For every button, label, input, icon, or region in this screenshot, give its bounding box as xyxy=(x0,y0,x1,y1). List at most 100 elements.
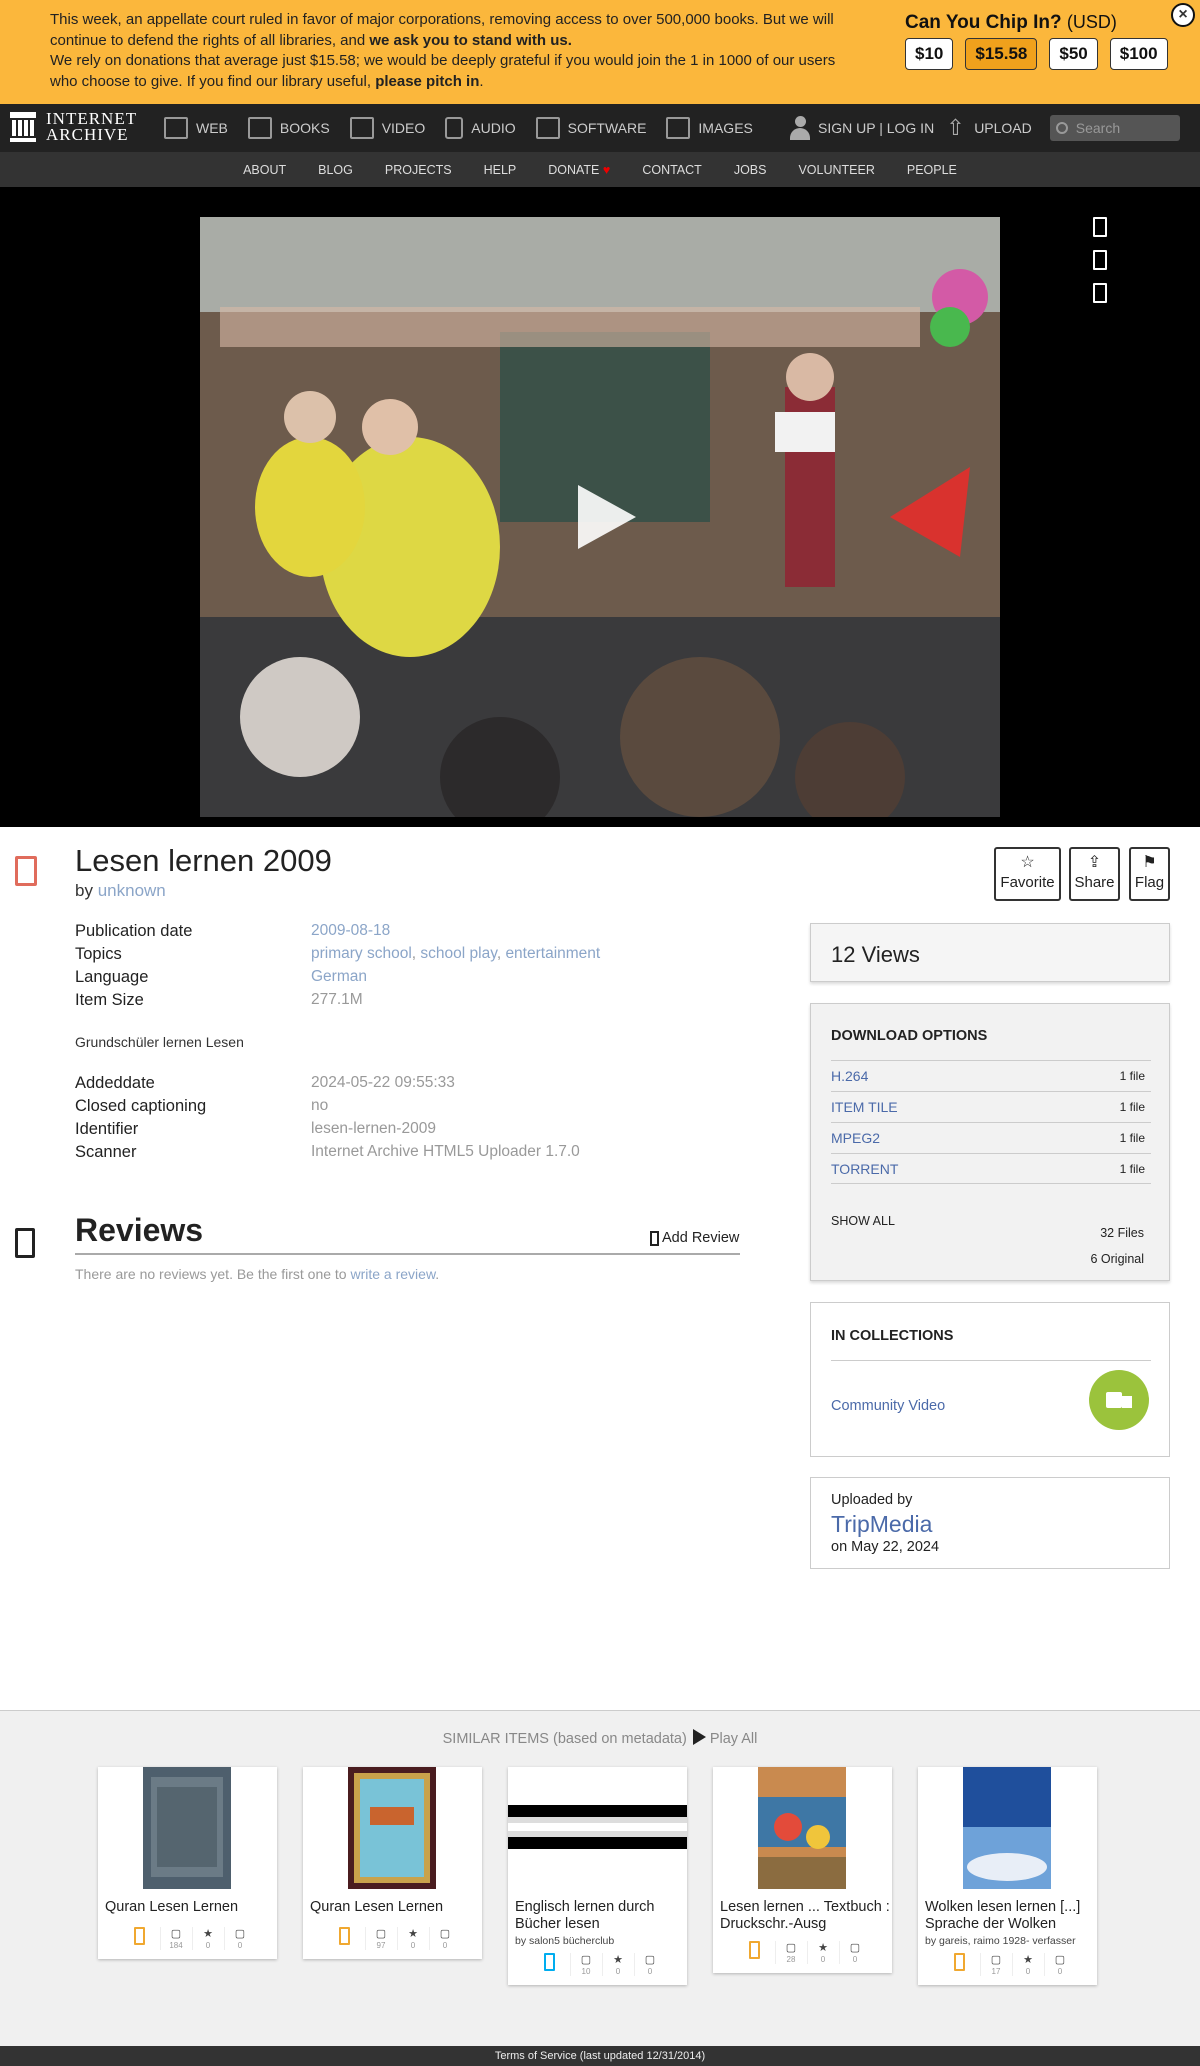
search-input[interactable]: Search xyxy=(1049,115,1180,141)
community-video-icon[interactable] xyxy=(1089,1370,1149,1430)
item-type-stat xyxy=(940,1953,980,1976)
star-icon: ★ xyxy=(818,1942,828,1954)
similar-item-card[interactable]: Wolken lesen lernen [...] Sprache der Wo… xyxy=(918,1767,1097,1985)
meta-row: Topics primary school, school play, enter… xyxy=(75,945,601,963)
books-icon xyxy=(247,117,272,139)
subnav-people[interactable]: PEOPLE xyxy=(907,163,957,177)
item-title: Lesen lernen 2009 xyxy=(75,843,332,878)
subnav-jobs[interactable]: JOBS xyxy=(734,163,767,177)
similar-item-card[interactable]: Quran Lesen Lernen ▢ 97 ★ 0 ▢ 0 xyxy=(303,1767,482,1959)
info-icon[interactable] xyxy=(1093,283,1107,303)
internet-archive-logo[interactable]: INTERNET ARCHIVE xyxy=(10,109,138,144)
similar-item-card[interactable]: Englisch lernen durch Bücher lesen by sa… xyxy=(508,1767,687,1985)
amount-1558-button[interactable]: $15.58 xyxy=(965,38,1038,70)
download-mpeg2-link[interactable]: MPEG2 xyxy=(831,1130,880,1146)
favorite-button[interactable]: ☆ Favorite xyxy=(994,847,1061,901)
chip-in-title: Can You Chip In? (USD) xyxy=(905,12,1117,33)
eye-icon: ▢ xyxy=(580,1954,592,1966)
theatre-side-controls xyxy=(1093,217,1107,316)
waveform-thumbnail xyxy=(508,1805,687,1849)
star-icon: ★ xyxy=(613,1954,623,1966)
subnav-volunteer[interactable]: VOLUNTEER xyxy=(798,163,874,177)
share-icon: ⇪ xyxy=(1087,854,1102,871)
nav-web[interactable]: WEB xyxy=(164,117,228,139)
topic-link[interactable]: primary school xyxy=(311,945,412,962)
subnav-projects[interactable]: PROJECTS xyxy=(385,163,452,177)
sub-nav: ABOUT BLOG PROJECTS HELP DONATE ♥ CONTAC… xyxy=(0,152,1200,187)
texts-icon xyxy=(134,1927,145,1945)
favorites-stat: ★ 0 xyxy=(396,1927,429,1950)
community-video-link[interactable]: Community Video xyxy=(831,1398,945,1414)
star-icon: ★ xyxy=(203,1928,213,1940)
top-nav: INTERNET ARCHIVE WEB BOOKS VIDEO AUDIO SO… xyxy=(0,104,1200,152)
upload-date: on May 22, 2024 xyxy=(831,1539,940,1555)
language-link[interactable]: German xyxy=(311,968,367,985)
uploaded-by-label: Uploaded by xyxy=(831,1492,913,1508)
share-button[interactable]: ⇪ Share xyxy=(1069,847,1120,901)
item-thumbnail xyxy=(143,1767,231,1889)
favorites-stat: ★ 0 xyxy=(1011,1953,1044,1976)
nav-books[interactable]: BOOKS xyxy=(247,117,330,139)
item-thumbnail xyxy=(348,1767,436,1889)
star-icon: ★ xyxy=(408,1928,418,1940)
similar-item-card[interactable]: Quran Lesen Lernen ▢ 184 ★ 0 ▢ 0 xyxy=(98,1767,277,1959)
amount-100-button[interactable]: $100 xyxy=(1109,38,1168,70)
logo-text: INTERNET ARCHIVE xyxy=(46,109,138,144)
show-all-link[interactable]: SHOW ALL xyxy=(831,1214,895,1228)
add-review-button[interactable]: Add Review xyxy=(650,1230,739,1246)
sign-up-login-link[interactable]: SIGN UP | LOG IN xyxy=(818,120,934,136)
uploader-panel: Uploaded by TripMedia on May 22, 2024 xyxy=(810,1477,1170,1569)
nav-video[interactable]: VIDEO xyxy=(349,117,425,139)
movies-icon xyxy=(15,856,37,886)
metadata-table: Publication date 2009-08-18 Topics primary… xyxy=(75,922,695,1014)
download-torrent-link[interactable]: TORRENT xyxy=(831,1161,898,1177)
subnav-contact[interactable]: CONTACT xyxy=(642,163,702,177)
amount-10-button[interactable]: $10 xyxy=(905,38,954,70)
list-icon[interactable] xyxy=(1093,250,1107,270)
nav-software[interactable]: SOFTWARE xyxy=(535,117,646,139)
download-item-tile-link[interactable]: ITEM TILE xyxy=(831,1099,898,1115)
flag-button[interactable]: ⚑ Flag xyxy=(1129,847,1170,901)
upload-icon: ⇧ xyxy=(946,115,965,140)
film-icon xyxy=(349,117,374,139)
subnav-about[interactable]: ABOUT xyxy=(243,163,286,177)
play-all-link[interactable]: Play All xyxy=(710,1731,758,1747)
footer-terms-link[interactable]: Terms of Service (last updated 12/31/201… xyxy=(0,2046,1200,2066)
speaker-icon xyxy=(445,117,464,139)
play-icon[interactable] xyxy=(578,485,636,549)
files-count: 32 Files 6 Original xyxy=(1090,1226,1145,1266)
subnav-blog[interactable]: BLOG xyxy=(318,163,353,177)
topic-link[interactable]: entertainment xyxy=(505,945,600,962)
subnav-donate[interactable]: DONATE ♥ xyxy=(548,163,610,177)
texts-icon xyxy=(339,1927,350,1945)
pitch-in-link[interactable]: please pitch in xyxy=(375,73,479,90)
texts-icon xyxy=(749,1941,760,1959)
meta-row: Scanner Internet Archive HTML5 Uploader 1… xyxy=(75,1143,580,1161)
flag-icon: ⚑ xyxy=(1142,854,1157,871)
download-options-heading: DOWNLOAD OPTIONS xyxy=(831,1028,988,1044)
similar-item-title: Englisch lernen durch Bücher lesen xyxy=(515,1899,655,1932)
download-h264-link[interactable]: H.264 xyxy=(831,1068,868,1084)
publication-date-link[interactable]: 2009-08-18 xyxy=(311,922,390,939)
nav-audio[interactable]: AUDIO xyxy=(445,117,516,139)
play-all-icon[interactable] xyxy=(692,1729,706,1745)
video-player[interactable] xyxy=(200,217,1000,817)
reviews-icon xyxy=(15,1228,35,1258)
write-review-link[interactable]: write a review xyxy=(350,1266,435,1282)
similar-item-card[interactable]: Lesen lernen ... Textbuch : Druckschr.-A… xyxy=(713,1767,892,1973)
creator-link[interactable]: unknown xyxy=(98,881,166,900)
similar-item-creator: by salon5 bücherclub xyxy=(515,1935,615,1947)
subnav-help[interactable]: HELP xyxy=(484,163,517,177)
close-banner-button[interactable]: × xyxy=(1171,3,1195,27)
chip-in-panel: Can You Chip In? (USD) $10 $15.58 $50 $1… xyxy=(905,12,1168,70)
no-reviews-text: There are no reviews yet. Be the first o… xyxy=(75,1266,440,1282)
nav-images[interactable]: IMAGES xyxy=(666,117,753,139)
upload-link[interactable]: UPLOAD xyxy=(974,120,1032,136)
download-row: H.264 1 file xyxy=(831,1060,1151,1091)
uploader-link[interactable]: TripMedia xyxy=(831,1511,932,1538)
topic-link[interactable]: school play xyxy=(420,945,496,962)
meta-row: Language German xyxy=(75,968,367,986)
amount-50-button[interactable]: $50 xyxy=(1049,38,1098,70)
expand-icon[interactable] xyxy=(1093,217,1107,237)
similar-item-title: Wolken lesen lernen [...] Sprache der Wo… xyxy=(925,1899,1081,1932)
